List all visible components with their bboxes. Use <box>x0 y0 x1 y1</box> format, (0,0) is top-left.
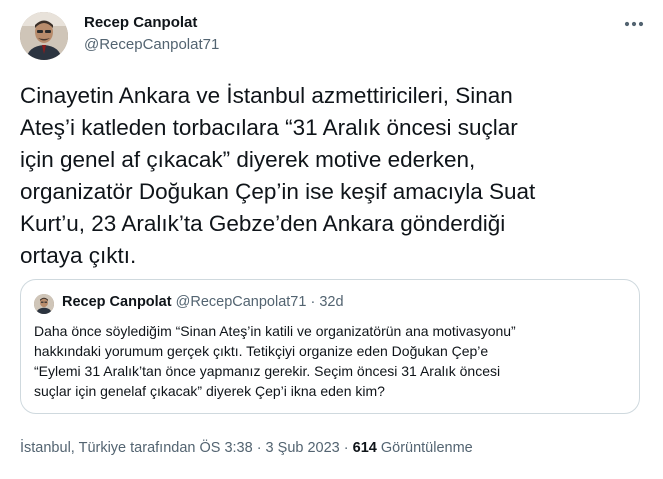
quoted-avatar-portrait-icon <box>34 294 54 314</box>
avatar[interactable] <box>20 12 68 60</box>
author-name[interactable]: Recep Canpolat <box>84 14 197 31</box>
quoted-age[interactable]: 32d <box>319 294 343 310</box>
more-options-button[interactable] <box>620 12 648 36</box>
quoted-separator: · <box>310 294 316 310</box>
views-count: 614 <box>352 440 377 456</box>
more-horizontal-icon <box>624 21 644 27</box>
quoted-tweet[interactable]: Recep Canpolat @RecepCanpolat71 · 32d Da… <box>20 279 640 414</box>
quoted-author-handle[interactable]: @RecepCanpolat71 <box>176 294 307 310</box>
tweet-meta: İstanbul, Türkiye tarafından ÖS 3:38 · 3… <box>20 440 473 456</box>
tweet: Recep Canpolat @RecepCanpolat71 Cinayeti… <box>0 0 663 479</box>
views-label: Görüntülenme <box>376 440 473 456</box>
quoted-avatar[interactable] <box>34 294 54 314</box>
quoted-header: Recep Canpolat @RecepCanpolat71 · 32d <box>62 294 344 310</box>
avatar-portrait-icon <box>20 12 68 60</box>
location-time[interactable]: İstanbul, Türkiye tarafından ÖS 3:38 · 3… <box>20 440 353 456</box>
quoted-author-name[interactable]: Recep Canpolat <box>62 294 172 310</box>
quoted-text: Daha önce söylediğim “Sinan Ateş’in kati… <box>34 323 516 399</box>
tweet-text: Cinayetin Ankara ve İstanbul azmettirici… <box>20 83 536 268</box>
author-handle[interactable]: @RecepCanpolat71 <box>84 36 219 53</box>
